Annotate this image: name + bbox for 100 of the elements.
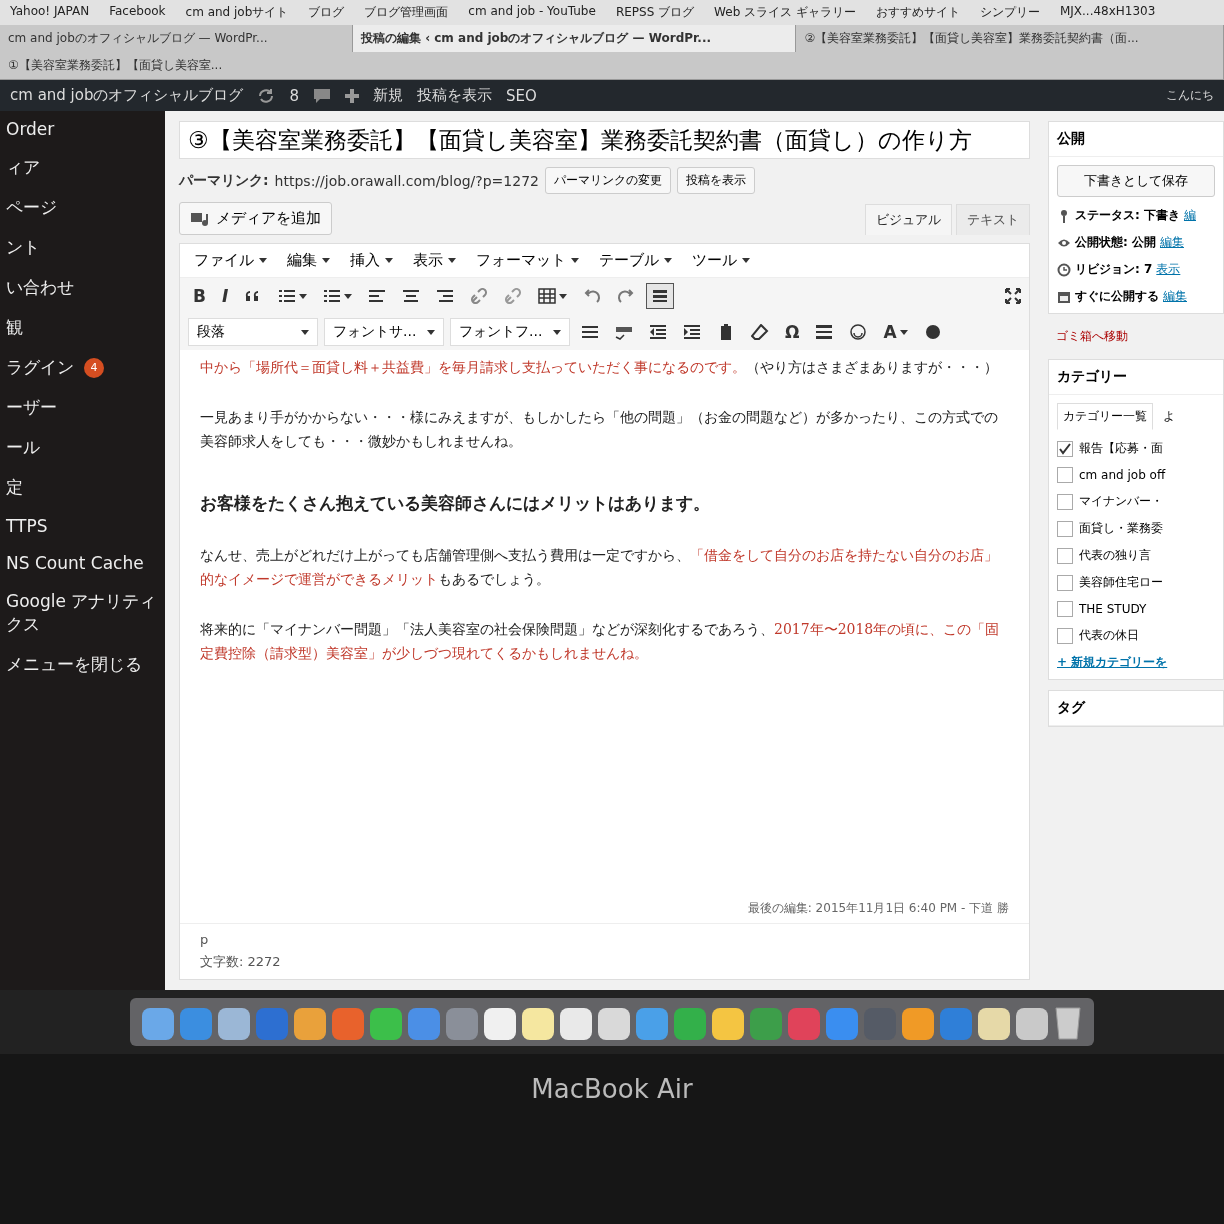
- edit-link[interactable]: 表示: [1156, 261, 1181, 278]
- format-button[interactable]: B: [188, 281, 211, 311]
- category-checkbox[interactable]: [1057, 601, 1073, 617]
- app-icon[interactable]: [636, 1008, 668, 1040]
- toggle-button[interactable]: [646, 283, 675, 309]
- bookmark-link[interactable]: cm and job - YouTube: [468, 4, 596, 21]
- app-icon[interactable]: [522, 1008, 554, 1040]
- category-tab[interactable]: よ: [1157, 403, 1181, 430]
- sidebar-item[interactable]: TTPS: [6, 516, 48, 536]
- comment-icon[interactable]: [313, 87, 332, 104]
- bookmark-link[interactable]: Web スライス ギャラリー: [714, 4, 856, 21]
- browser-tab[interactable]: ①【美容室業務委託】【面貸し美容室...: [0, 52, 1224, 79]
- special-character-button[interactable]: Ω: [780, 317, 805, 347]
- category-checkbox[interactable]: [1057, 440, 1073, 457]
- change-permalink-button[interactable]: パーマリンクの変更: [545, 167, 671, 194]
- move-to-trash-link[interactable]: ゴミ箱へ移動: [1048, 324, 1224, 349]
- app-icon[interactable]: [560, 1008, 592, 1040]
- editor-mode-tab[interactable]: ビジュアル: [865, 204, 952, 235]
- site-name[interactable]: cm and jobのオフィシャルブログ: [10, 86, 244, 105]
- plus-icon[interactable]: [345, 88, 360, 103]
- bookmark-link[interactable]: おすすめサイト: [875, 4, 960, 21]
- bookmark-link[interactable]: ブログ: [308, 4, 345, 21]
- category-checkbox[interactable]: [1057, 467, 1073, 483]
- bookmark-link[interactable]: ブログ管理画面: [364, 4, 449, 21]
- bookmark-link[interactable]: cm and jobサイト: [185, 4, 289, 21]
- sidebar-item[interactable]: ラグイン: [6, 356, 74, 379]
- greeting-text[interactable]: こんにち: [1166, 87, 1214, 104]
- bookmark-link[interactable]: Yahoo! JAPAN: [10, 4, 90, 21]
- sidebar-item[interactable]: Order: [6, 119, 55, 139]
- app-icon[interactable]: [902, 1008, 934, 1040]
- new-link[interactable]: 新規: [373, 86, 404, 105]
- format-dropdown[interactable]: フォントサ...: [324, 318, 444, 346]
- app-icon[interactable]: [218, 1008, 250, 1040]
- sidebar-item[interactable]: ィア: [6, 156, 40, 179]
- app-icon[interactable]: [598, 1008, 630, 1040]
- editor-menu[interactable]: 挿入: [344, 248, 399, 273]
- bookmark-link[interactable]: MJX...48xH1303: [1059, 4, 1156, 21]
- category-checkbox[interactable]: [1057, 627, 1073, 644]
- app-icon[interactable]: [712, 1008, 744, 1040]
- post-title-field[interactable]: ③【美容室業務委託】【面貸し美容室】業務委託契約書（面貸し）の作り方: [179, 121, 1030, 159]
- permalink-url[interactable]: https://job.orawall.com/blog/?p=1272: [274, 172, 539, 189]
- category-checkbox[interactable]: [1057, 574, 1073, 591]
- app-icon[interactable]: [484, 1008, 516, 1040]
- edit-link[interactable]: 編: [1184, 207, 1196, 224]
- browser-tab[interactable]: ②【美容室業務委託】【面貸し美容室】業務委託契約書（面...: [796, 25, 1224, 52]
- trash-icon[interactable]: [1054, 1004, 1082, 1040]
- app-icon[interactable]: [1016, 1008, 1048, 1040]
- edit-link[interactable]: 編集: [1160, 234, 1184, 251]
- seo-link[interactable]: SEO: [506, 86, 537, 105]
- sidebar-item[interactable]: い合わせ: [6, 276, 74, 299]
- caret-icon: [742, 258, 750, 263]
- format-button[interactable]: I: [216, 281, 234, 311]
- editor-menu[interactable]: ツール: [686, 248, 756, 273]
- sidebar-item[interactable]: メニューを閉じる: [6, 653, 142, 676]
- editor-menu[interactable]: 編集: [281, 248, 336, 273]
- sidebar-item[interactable]: 観: [6, 316, 23, 339]
- edit-link[interactable]: 編集: [1163, 288, 1187, 305]
- sidebar-item[interactable]: 定: [6, 476, 23, 499]
- sidebar-item[interactable]: ント: [6, 236, 40, 259]
- fullscreen-icon[interactable]: [1005, 288, 1021, 304]
- category-label: 報告【応募・面: [1079, 440, 1163, 457]
- save-draft-button[interactable]: 下書きとして保存: [1057, 165, 1215, 197]
- editor-menu[interactable]: フォーマット: [470, 248, 585, 273]
- editor-menu[interactable]: ファイル: [188, 248, 273, 273]
- sidebar-item[interactable]: ーザー: [6, 396, 57, 419]
- sidebar-item[interactable]: Google アナリティクス: [6, 590, 159, 636]
- content-heading: お客様をたくさん抱えている美容師さんにはメリットはあります。: [200, 492, 711, 516]
- last-edit-text: 最後の編集: 2015年11月1日 6:40 PM - 下道 勝: [747, 900, 1009, 917]
- refresh-icon[interactable]: [257, 86, 276, 105]
- editor-menu[interactable]: テーブル: [593, 248, 678, 273]
- text-color-button[interactable]: A: [878, 317, 913, 347]
- sidebar-item[interactable]: ール: [6, 436, 40, 459]
- bookmark-link[interactable]: REPSS ブログ: [615, 4, 695, 21]
- format-dropdown[interactable]: 段落: [188, 318, 318, 346]
- app-icon[interactable]: [370, 1008, 402, 1040]
- update-count: 8: [289, 86, 300, 105]
- app-icon[interactable]: [294, 1008, 326, 1040]
- category-checkbox[interactable]: [1057, 520, 1073, 537]
- sidebar-item[interactable]: NS Count Cache: [6, 553, 144, 573]
- publish-setting: すぐに公開する: [1075, 288, 1159, 305]
- editor-menu[interactable]: 表示: [407, 248, 462, 273]
- app-icon[interactable]: [978, 1008, 1010, 1040]
- add-media-button[interactable]: メディアを追加: [179, 202, 332, 235]
- browser-tab[interactable]: cm and jobのオフィシャルブログ — WordPr...: [0, 25, 353, 52]
- category-tab[interactable]: カテゴリー一覧: [1057, 403, 1153, 430]
- editor-mode-tab[interactable]: テキスト: [956, 204, 1030, 235]
- category-checkbox[interactable]: [1057, 493, 1073, 510]
- add-category-link[interactable]: + 新規カテゴリーを: [1057, 654, 1215, 671]
- category-checkbox[interactable]: [1057, 547, 1073, 564]
- panel-title: カテゴリー: [1049, 360, 1223, 395]
- bookmark-link[interactable]: Facebook: [109, 4, 166, 21]
- bookmark-link[interactable]: シンプリー: [979, 4, 1040, 21]
- app-icon[interactable]: [142, 1008, 174, 1040]
- sidebar-item[interactable]: ページ: [6, 196, 57, 219]
- view-post-link[interactable]: 投稿を表示: [417, 86, 493, 105]
- view-post-button[interactable]: 投稿を表示: [677, 167, 755, 194]
- alignright-icon: [436, 288, 455, 304]
- browser-tab[interactable]: 投稿の編集 ‹ cm and jobのオフィシャルブログ — WordPr...: [352, 25, 797, 52]
- format-dropdown[interactable]: フォントフ...: [450, 318, 570, 346]
- app-icon[interactable]: [674, 1008, 706, 1040]
